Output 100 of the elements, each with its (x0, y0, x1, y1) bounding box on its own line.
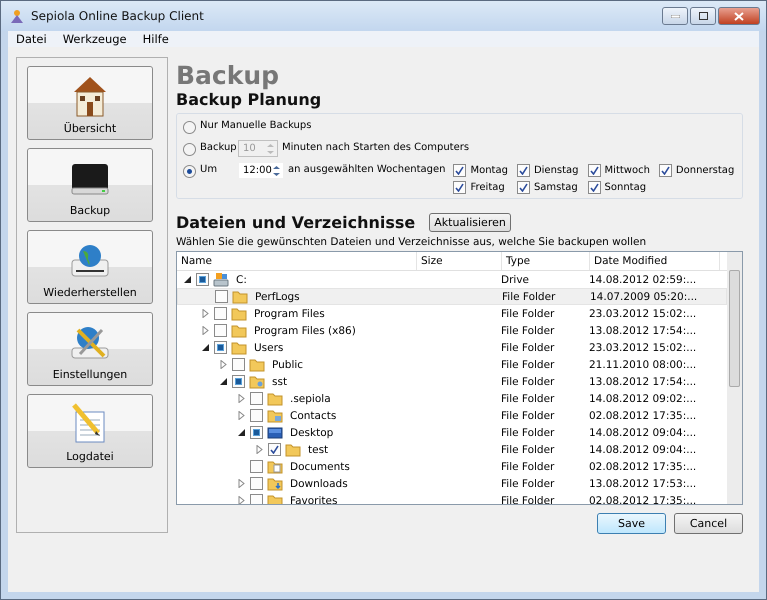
tree-row[interactable]: Downloads File Folder 13.08.2012 17:53:... (177, 475, 727, 492)
tree-row[interactable]: Desktop File Folder 14.08.2012 09:04:... (177, 424, 727, 441)
file-name: test (308, 444, 328, 456)
minimize-button[interactable] (662, 7, 688, 25)
table-cell-text: File Folder (500, 342, 556, 354)
radio-button[interactable] (183, 121, 196, 134)
spin-arrows-icon (272, 164, 281, 178)
cancel-button[interactable]: Cancel (674, 513, 743, 534)
tree-row[interactable]: PerfLogs File Folder 14.07.2009 05:20:... (177, 288, 727, 305)
radio-label: Nur Manuelle Backups (200, 120, 312, 131)
checkbox[interactable] (516, 181, 530, 194)
drive-icon (213, 272, 229, 288)
window-title: Sepiola Online Backup Client (31, 9, 205, 23)
nav-button[interactable]: Logdatei (27, 394, 153, 468)
tree-row[interactable]: Documents File Folder 02.08.2012 17:35:... (177, 458, 727, 475)
table-cell-text: 14.08.2012 02:59:... (588, 274, 698, 286)
file-name: Documents (290, 460, 350, 472)
table-cell-text: File Folder (500, 426, 556, 438)
table-cell-text: 02.08.2012 17:35:... (588, 410, 698, 422)
table-cell-text: File Folder (500, 410, 556, 422)
checkbox[interactable] (250, 460, 263, 473)
save-button[interactable]: Save (597, 513, 666, 534)
folder-icon (231, 340, 247, 356)
collapsed-triangle-icon[interactable] (201, 309, 210, 318)
checkbox[interactable] (232, 375, 245, 388)
close-button[interactable] (718, 7, 760, 25)
table-cell-text: 14.08.2012 09:04:... (588, 444, 698, 456)
checkbox[interactable] (196, 273, 209, 286)
checkbox[interactable] (250, 426, 263, 439)
tree-row[interactable]: Contacts File Folder 02.08.2012 17:35:... (177, 407, 727, 424)
table-cell-text: 13.08.2012 17:53:... (588, 478, 698, 490)
collapsed-triangle-icon[interactable] (237, 411, 246, 420)
refresh-button[interactable]: Aktualisieren (429, 213, 511, 232)
radio-button[interactable] (183, 143, 196, 156)
tree-row[interactable]: Program Files File Folder 23.03.2012 15:02:... (177, 305, 727, 322)
tree-row[interactable]: .sepiola File Folder 14.08.2012 09:02:... (177, 390, 727, 407)
nav-button[interactable]: Backup (27, 148, 153, 222)
collapsed-triangle-icon[interactable] (255, 445, 264, 454)
maximize-button[interactable] (690, 7, 716, 25)
checkbox[interactable] (453, 181, 466, 194)
tree-row[interactable]: C: Drive 14.08.2012 02:59:... (177, 271, 727, 288)
checkbox[interactable] (588, 164, 601, 177)
checkbox[interactable] (232, 358, 245, 371)
table-cell-text: 14.08.2012 09:02:... (588, 392, 698, 404)
checkbox[interactable] (250, 477, 263, 490)
menu-item[interactable]: Werkzeuge (54, 32, 135, 46)
file-name: Users (254, 342, 284, 354)
checkbox[interactable] (588, 181, 601, 194)
tree-row[interactable]: sst File Folder 13.08.2012 17:54:... (177, 373, 727, 390)
table-cell-text: 02.08.2012 17:35:... (588, 460, 698, 472)
tree-row[interactable]: Program Files (x86) File Folder 13.08.2012 17:54:... (177, 322, 727, 339)
folder-icon (249, 356, 265, 372)
column-header[interactable]: Name (177, 252, 417, 270)
checkbox[interactable] (250, 409, 263, 422)
tree-row[interactable]: Users File Folder 23.03.2012 15:02:... (177, 339, 727, 356)
nav-button[interactable]: Einstellungen (27, 312, 153, 386)
menu-item[interactable]: Datei (8, 32, 55, 46)
collapsed-triangle-icon[interactable] (237, 394, 246, 403)
option-text: an ausgewählten Wochentagen (288, 164, 446, 175)
expanded-triangle-icon[interactable] (219, 377, 228, 386)
collapsed-triangle-icon[interactable] (237, 496, 246, 504)
spin-field[interactable]: 12:00 (238, 162, 284, 179)
checkbox[interactable] (214, 341, 227, 354)
nav-button[interactable]: Wiederherstellen (27, 230, 153, 304)
tree-row[interactable]: test File Folder 14.08.2012 09:04:... (177, 441, 727, 458)
tree-row[interactable]: Public File Folder 21.11.2010 08:00:... (177, 356, 727, 373)
checkbox[interactable] (658, 164, 672, 177)
checkbox[interactable] (516, 164, 530, 177)
checkbox[interactable] (250, 392, 263, 405)
checkbox[interactable] (250, 494, 263, 504)
checkbox[interactable] (214, 324, 227, 337)
desktop-icon (267, 424, 283, 440)
menu-item[interactable]: Hilfe (134, 32, 177, 46)
folder-icon (267, 458, 283, 474)
column-header[interactable]: Date Modified (590, 252, 720, 270)
nav-button[interactable]: Übersicht (27, 66, 153, 140)
tree-row[interactable]: Favorites File Folder 02.08.2012 17:35:... (177, 492, 727, 504)
column-header[interactable]: Size (417, 252, 502, 270)
table-cell-text: File Folder (500, 478, 556, 490)
scrollbar[interactable] (727, 252, 742, 504)
app-icon (9, 8, 25, 24)
file-name: Favorites (290, 494, 338, 504)
folder-icon (249, 374, 265, 390)
expanded-triangle-icon[interactable] (237, 428, 246, 437)
table-cell-text: File Folder (501, 290, 556, 302)
column-header[interactable]: Type (502, 252, 590, 270)
checkbox[interactable] (453, 164, 466, 177)
table-cell-text: 13.08.2012 17:54:... (588, 324, 698, 336)
checkbox[interactable] (215, 290, 228, 303)
checkbox[interactable] (268, 443, 281, 456)
radio-button[interactable] (183, 165, 196, 178)
file-name: Desktop (290, 426, 334, 438)
file-name: Program Files (254, 308, 325, 320)
checkbox[interactable] (214, 307, 227, 320)
collapsed-triangle-icon[interactable] (219, 360, 228, 369)
collapsed-triangle-icon[interactable] (201, 326, 210, 335)
close-icon (734, 12, 744, 20)
expanded-triangle-icon[interactable] (201, 343, 210, 352)
collapsed-triangle-icon[interactable] (237, 479, 246, 488)
expanded-triangle-icon[interactable] (183, 275, 192, 284)
